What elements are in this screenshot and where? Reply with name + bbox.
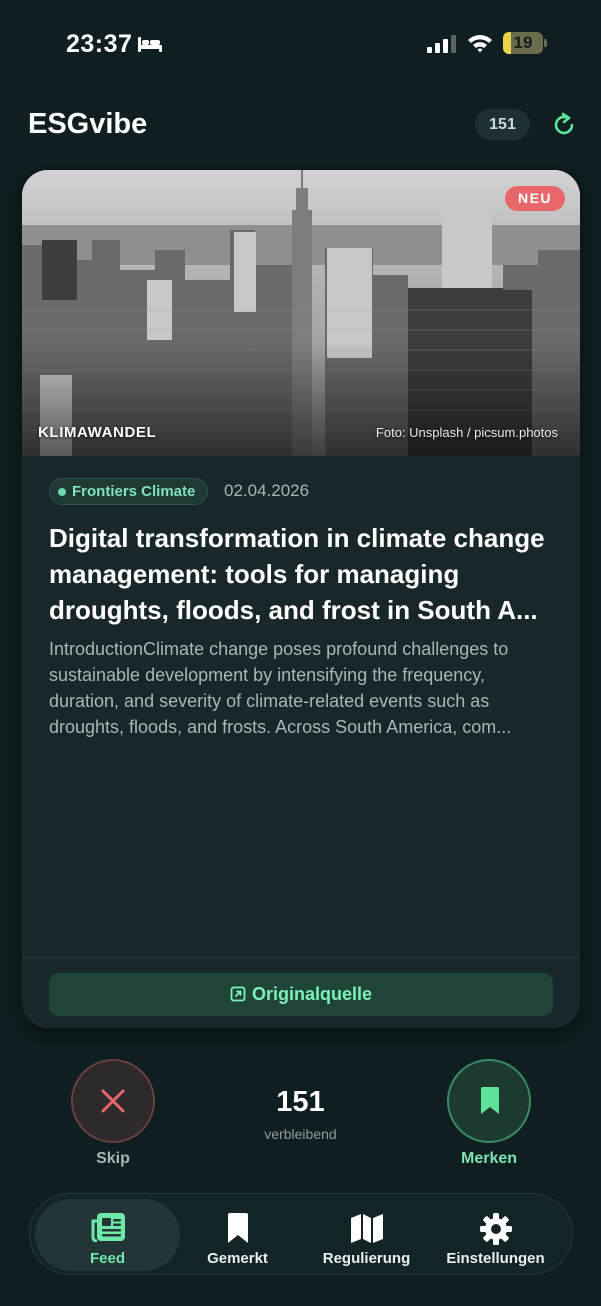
bed-icon [138,37,162,52]
original-source-button[interactable]: Originalquelle [49,973,553,1016]
category-label: KLIMAWANDEL [38,424,157,441]
article-title: Digital transformation in climate change… [49,523,545,625]
new-badge: NEU [505,186,565,211]
close-icon [101,1089,125,1113]
article-date: 02.04.2026 [224,481,310,500]
bookmark-icon [481,1087,499,1114]
tab-label: Gemerkt [207,1250,268,1267]
external-link-icon [230,986,246,1002]
tab-label: Regulierung [322,1250,411,1267]
remaining-count: 151 [276,1086,325,1118]
battery-level: 19 [513,33,533,52]
cellular-signal-icon [427,35,456,53]
status-bar: 23:37 19 [0,0,601,90]
tab-feed[interactable]: Feed [35,1199,180,1271]
wifi-icon [468,35,492,53]
app-title: ESGvibe [28,108,148,140]
skip-label: Skip [96,1150,130,1167]
source-name: Frontiers Climate [72,483,196,500]
save-label: Merken [460,1150,518,1167]
tab-einstellungen[interactable]: Einstellungen [423,1199,568,1271]
tab-label: Feed [89,1250,125,1267]
article-count-badge: 151 [475,109,530,140]
status-time: 23:37 [66,30,133,58]
refresh-icon[interactable] [550,111,578,139]
remaining-label: verbleibend [264,1126,337,1142]
map-icon [350,1214,383,1243]
bookmark-icon [227,1213,248,1243]
article-excerpt: IntroductionClimate change poses profoun… [49,639,512,737]
tab-bar: Feed Gemerkt Regulierung Einstellungen [29,1193,573,1275]
gear-icon [479,1213,512,1245]
original-source-label: Originalquelle [251,984,373,1004]
battery-icon: 19 [503,32,547,54]
source-dot-icon [58,488,66,496]
tab-gemerkt[interactable]: Gemerkt [165,1199,310,1271]
card-divider [22,957,580,958]
article-image: NEU KLIMAWANDEL Foto: Unsplash / picsum.… [22,170,580,456]
city-skyline-image [22,170,580,456]
article-card[interactable]: NEU KLIMAWANDEL Foto: Unsplash / picsum.… [22,170,580,1028]
save-button[interactable] [447,1059,531,1143]
skip-button[interactable] [71,1059,155,1143]
tab-regulierung[interactable]: Regulierung [294,1199,439,1271]
newspaper-icon [91,1213,125,1242]
source-pill: Frontiers Climate [49,478,209,505]
photo-credit: Foto: Unsplash / picsum.photos [375,425,558,440]
tab-label: Einstellungen [446,1250,545,1267]
